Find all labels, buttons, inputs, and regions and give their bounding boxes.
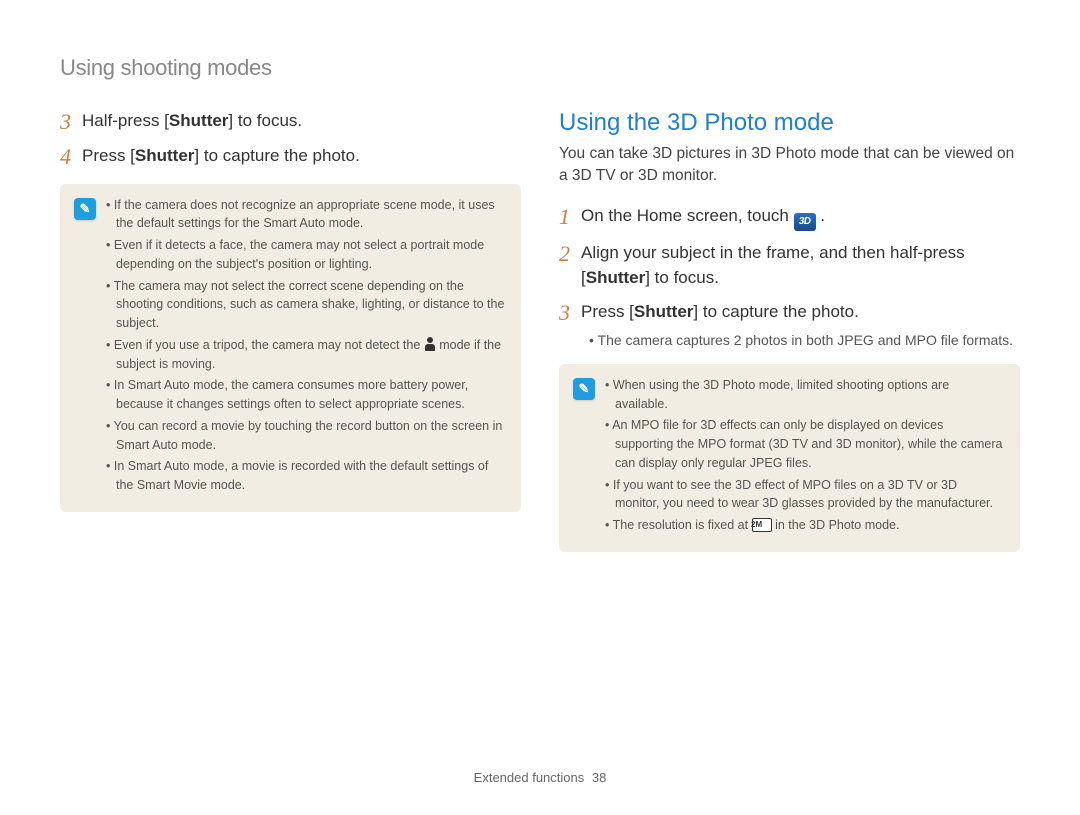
text: ] to capture the photo. — [693, 302, 858, 321]
step-3-right: 3 Press [Shutter] to capture the photo. — [559, 300, 1020, 325]
step-text: Press [Shutter] to capture the photo. — [82, 144, 521, 169]
note-box-right: When using the 3D Photo mode, limited sh… — [559, 364, 1020, 552]
note-item: Even if it detects a face, the camera ma… — [106, 236, 505, 274]
note-item: The camera may not select the correct sc… — [106, 277, 505, 333]
step-number: 1 — [559, 204, 581, 231]
note-item: Even if you use a tripod, the camera may… — [106, 336, 505, 374]
text: . — [816, 206, 825, 225]
step-number: 2 — [559, 241, 581, 290]
manual-page: Using shooting modes 3 Half-press [Shutt… — [0, 0, 1080, 815]
note-box-left: If the camera does not recognize an appr… — [60, 184, 521, 512]
note-icon — [573, 378, 595, 400]
bold-key: Shutter — [586, 268, 646, 287]
text: Align your subject in the frame, and the… — [581, 243, 965, 262]
resolution-icon — [752, 518, 772, 532]
3d-mode-icon: 3D — [794, 213, 816, 231]
note-list: When using the 3D Photo mode, limited sh… — [605, 376, 1004, 538]
text: On the Home screen, touch — [581, 206, 794, 225]
step-number: 3 — [60, 109, 82, 134]
step-number: 4 — [60, 144, 82, 169]
step-1-right: 1 On the Home screen, touch 3D . — [559, 204, 1020, 231]
step-text: Press [Shutter] to capture the photo. — [581, 300, 1020, 325]
note-item: An MPO file for 3D effects can only be d… — [605, 416, 1004, 472]
bold-key: Shutter — [169, 111, 229, 130]
text: ] to focus. — [645, 268, 719, 287]
note-item: The resolution is fixed at in the 3D Pho… — [605, 516, 1004, 535]
right-column: Using the 3D Photo mode You can take 3D … — [559, 109, 1020, 552]
step-text: On the Home screen, touch 3D . — [581, 204, 1020, 231]
note-item: When using the 3D Photo mode, limited sh… — [605, 376, 1004, 414]
note-list: If the camera does not recognize an appr… — [106, 196, 505, 498]
step-3-sub-bullet: The camera captures 2 photos in both JPE… — [587, 330, 1020, 350]
bold-key: Shutter — [135, 146, 195, 165]
step-3-left: 3 Half-press [Shutter] to focus. — [60, 109, 521, 134]
note-icon — [74, 198, 96, 220]
text: ] to capture the photo. — [194, 146, 359, 165]
footer-label: Extended functions — [474, 770, 585, 785]
section-header: Using shooting modes — [60, 55, 1020, 81]
step-text: Align your subject in the frame, and the… — [581, 241, 1020, 290]
text: Press [ — [82, 146, 135, 165]
text: Press [ — [581, 302, 634, 321]
note-item: If the camera does not recognize an appr… — [106, 196, 505, 234]
bold-key: Shutter — [634, 302, 694, 321]
two-column-layout: 3 Half-press [Shutter] to focus. 4 Press… — [60, 109, 1020, 552]
person-icon — [424, 337, 436, 351]
step-text: Half-press [Shutter] to focus. — [82, 109, 521, 134]
left-column: 3 Half-press [Shutter] to focus. 4 Press… — [60, 109, 521, 552]
page-footer: Extended functions 38 — [0, 770, 1080, 785]
step-4-left: 4 Press [Shutter] to capture the photo. — [60, 144, 521, 169]
subsection-heading: Using the 3D Photo mode — [559, 109, 1020, 137]
text: ] to focus. — [228, 111, 302, 130]
note-item: In Smart Auto mode, the camera consumes … — [106, 376, 505, 414]
intro-text: You can take 3D pictures in 3D Photo mod… — [559, 143, 1020, 188]
note-item: You can record a movie by touching the r… — [106, 417, 505, 455]
note-item: If you want to see the 3D effect of MPO … — [605, 476, 1004, 514]
page-number: 38 — [592, 770, 606, 785]
step-2-right: 2 Align your subject in the frame, and t… — [559, 241, 1020, 290]
text: Half-press [ — [82, 111, 169, 130]
step-number: 3 — [559, 300, 581, 325]
note-item: In Smart Auto mode, a movie is recorded … — [106, 457, 505, 495]
